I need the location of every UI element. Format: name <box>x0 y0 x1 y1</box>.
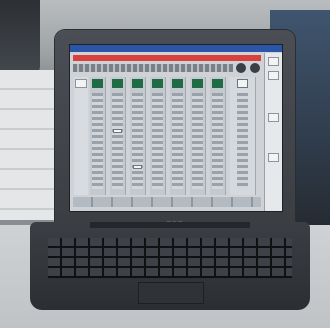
mixer-channel <box>90 77 106 195</box>
channel-strip <box>112 93 123 189</box>
channel-indicator[interactable] <box>152 79 163 88</box>
channel-strip <box>212 93 223 189</box>
channel-strip <box>132 93 143 189</box>
channel-indicator[interactable] <box>112 79 123 88</box>
laptop-screen <box>69 44 283 212</box>
channel-indicator[interactable] <box>192 79 203 88</box>
side-tool-button[interactable] <box>268 57 279 66</box>
next-arrow-icon[interactable] <box>250 63 260 73</box>
mixer-channel <box>190 77 206 195</box>
mixer-channel-master <box>230 77 256 195</box>
channel-indicator[interactable] <box>212 79 223 88</box>
channel-strip <box>192 93 203 189</box>
mixer-channel <box>150 77 166 195</box>
channel-indicator[interactable] <box>172 79 183 88</box>
mixer-channel <box>170 77 186 195</box>
photo-scene: ▬▬▬ <box>0 0 330 328</box>
side-tool-button[interactable] <box>268 153 279 162</box>
master-indicator[interactable] <box>237 79 248 88</box>
prev-arrow-icon[interactable] <box>236 63 246 73</box>
laptop-hinge <box>90 222 250 228</box>
channel-strip <box>152 93 163 189</box>
background-boxes <box>0 70 60 220</box>
channel-indicator[interactable] <box>132 79 143 88</box>
mixer-channel <box>210 77 226 195</box>
alert-bar <box>73 55 261 61</box>
nav-arrows <box>236 63 262 73</box>
laptop-base <box>30 222 310 310</box>
laptop-lid: ▬▬▬ <box>55 30 295 230</box>
channel-strip <box>237 93 248 189</box>
mixer-channel <box>110 77 126 195</box>
channel-fader[interactable] <box>113 129 122 133</box>
side-tool-button[interactable] <box>268 71 279 80</box>
channel-button-row <box>73 64 233 72</box>
channel-strip <box>92 93 103 189</box>
laptop-keyboard[interactable] <box>48 238 292 278</box>
app-title-bar <box>70 45 282 52</box>
transport-bar <box>73 197 261 207</box>
laptop-touchpad[interactable] <box>138 282 204 304</box>
background-person <box>0 0 40 80</box>
mixer-channels <box>74 77 260 195</box>
side-tool-panel <box>264 53 282 211</box>
channel-strip <box>172 93 183 189</box>
channel-indicator[interactable] <box>92 79 103 88</box>
mixer-channel <box>130 77 146 195</box>
channel-fader[interactable] <box>133 165 142 169</box>
side-tool-button[interactable] <box>268 113 279 122</box>
